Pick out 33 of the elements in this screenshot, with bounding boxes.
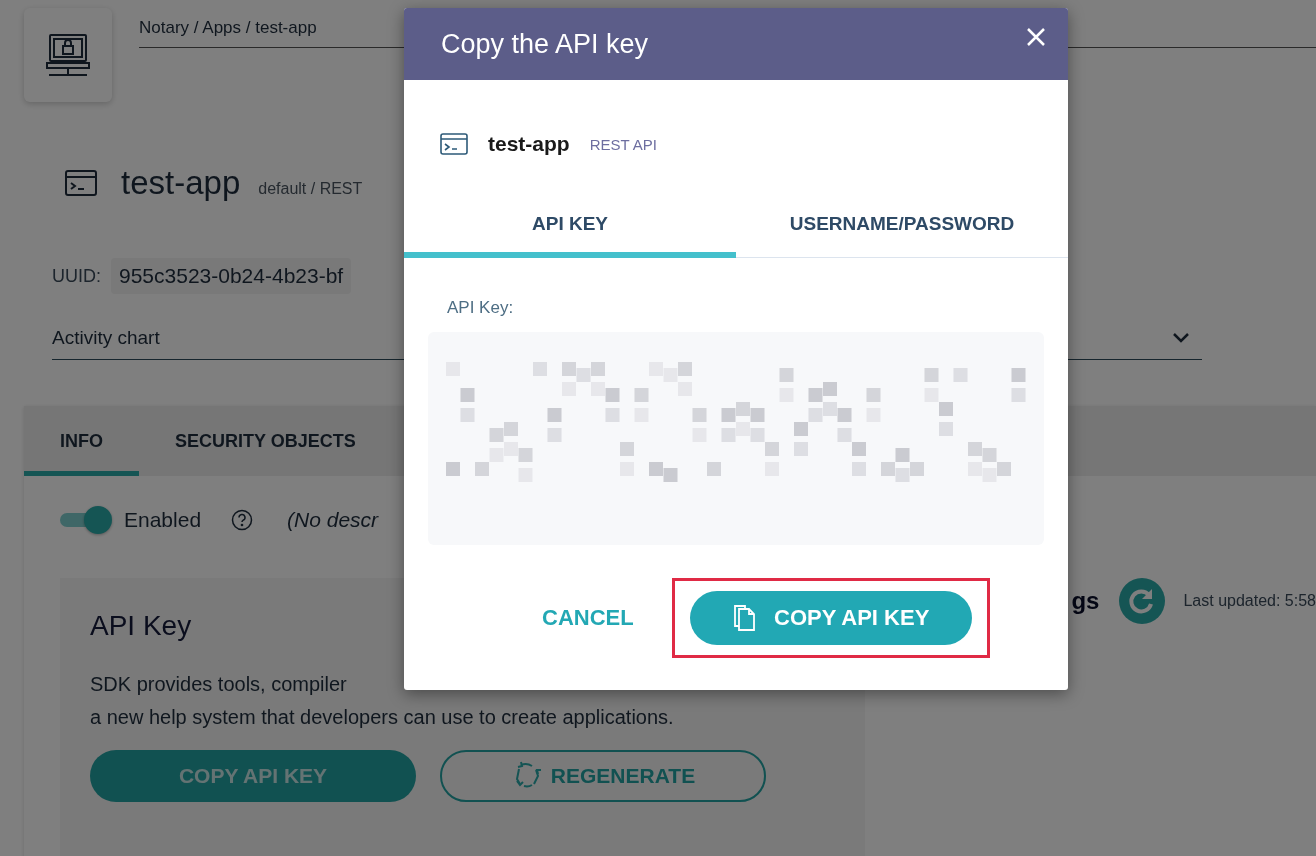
- terminal-window-icon: [440, 133, 468, 155]
- laptop-lock-icon: [45, 32, 91, 78]
- api-key-field[interactable]: [428, 332, 1044, 545]
- dialog-title: Copy the API key: [441, 28, 649, 60]
- last-updated-text: Last updated: 5:58: [1183, 592, 1316, 610]
- description-line: a new help system that developers can use to create applications.: [90, 705, 675, 730]
- tab[interactable]: API KEY: [404, 196, 736, 258]
- app-title: test-app: [121, 164, 241, 202]
- tab[interactable]: USERNAME/PASSWORD: [736, 196, 1068, 258]
- copy-api-key-button[interactable]: COPY API KEY: [689, 591, 972, 645]
- app-name: test-app: [488, 132, 570, 156]
- description-text: (No descr: [287, 508, 379, 532]
- chevron-down-icon: [1172, 331, 1190, 344]
- field-label: API Key:: [447, 298, 515, 318]
- tab[interactable]: SECURITY OBJECTS: [139, 406, 392, 476]
- help-icon[interactable]: [231, 509, 254, 531]
- card-title: API Key: [90, 610, 192, 642]
- section-title: gs: [1071, 587, 1100, 615]
- terminal-window-icon: [65, 170, 97, 196]
- regenerate-button[interactable]: REGENERATE: [440, 750, 766, 802]
- close-icon: [1026, 27, 1046, 47]
- uuid-field[interactable]: 955c3523-0b24-4b23-bf: [111, 258, 352, 294]
- enabled-toggle[interactable]: [60, 506, 114, 534]
- app-meta-text: default / REST: [258, 180, 363, 198]
- description-line: SDK provides tools, compiler: [90, 672, 348, 697]
- app-type-text: REST API: [589, 135, 657, 153]
- refresh-icon[interactable]: [1119, 578, 1166, 624]
- breadcrumb: Notary / Apps / test-app: [139, 18, 317, 38]
- uuid-label: UUID:: [52, 265, 101, 287]
- enabled-label: Enabled: [124, 508, 202, 532]
- tab[interactable]: INFO: [24, 406, 139, 476]
- copy-document-icon: [732, 604, 757, 632]
- cancel-button[interactable]: CANCEL: [536, 604, 640, 632]
